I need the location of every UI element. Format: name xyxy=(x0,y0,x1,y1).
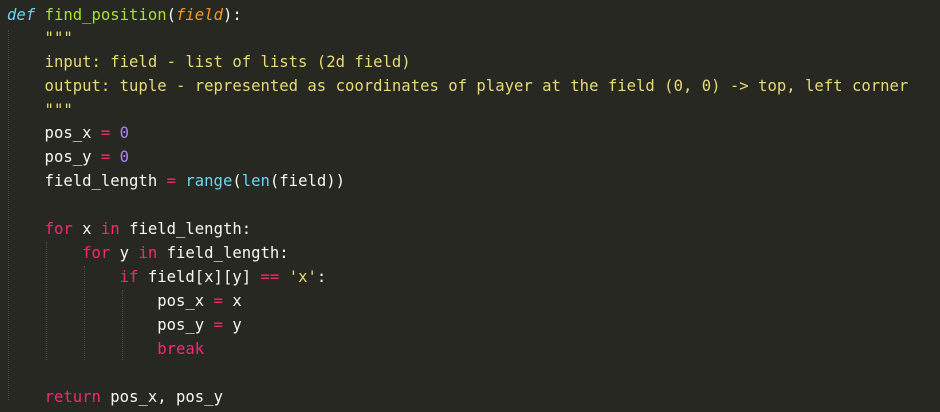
code-token: ( xyxy=(232,172,242,190)
code-line: pos_y = y xyxy=(7,314,242,336)
code-token: pos_x xyxy=(7,124,101,142)
code-token: x xyxy=(72,220,101,238)
code-token: pos_y xyxy=(7,316,214,334)
code-token: field_length xyxy=(7,172,167,190)
code-token: = xyxy=(213,292,223,310)
code-token: """ xyxy=(7,29,73,47)
code-token: 0 xyxy=(119,148,130,166)
code-token: if xyxy=(119,268,139,286)
code-token: return xyxy=(44,388,101,406)
code-token: y xyxy=(110,244,139,262)
code-token: x xyxy=(222,292,242,310)
code-token: field xyxy=(176,6,223,24)
code-token: pos_y xyxy=(7,148,101,166)
code-token: field[x][y] xyxy=(138,268,261,286)
code-token: def xyxy=(7,6,36,24)
code-line: break xyxy=(7,338,204,360)
code-token: """ xyxy=(7,101,73,119)
code-line: for x in field_length: xyxy=(7,218,252,240)
code-token: = xyxy=(100,124,111,142)
code-token: input: field - list of lists (2d field) xyxy=(7,53,411,71)
code-token: in xyxy=(138,244,158,262)
code-line: """ xyxy=(7,99,73,121)
code-token: ): xyxy=(222,6,242,24)
code-token: pos_x, pos_y xyxy=(100,388,223,406)
code-token: output: tuple - represented as coordinat… xyxy=(7,77,909,95)
code-line: def find_position(field): xyxy=(7,4,242,26)
code-token: break xyxy=(157,340,205,358)
code-token: find_position xyxy=(44,6,167,24)
code-token: ( xyxy=(166,6,177,24)
code-token: len xyxy=(241,172,270,190)
code-line: if field[x][y] == 'x': xyxy=(7,266,327,288)
code-line: pos_x = x xyxy=(7,290,242,312)
code-token: : xyxy=(316,268,327,286)
code-token: in xyxy=(100,220,120,238)
code-token: range xyxy=(185,172,233,190)
code-token: 0 xyxy=(119,124,130,142)
code-line: """ xyxy=(7,27,73,49)
code-token: for xyxy=(82,244,111,262)
code-line: field_length = range(len(field)) xyxy=(7,170,345,192)
code-line: return pos_x, pos_y xyxy=(7,386,223,408)
code-token: pos_x xyxy=(7,292,214,310)
code-editor[interactable]: def find_position(field): """ input: fie… xyxy=(0,0,940,412)
code-token: = xyxy=(213,316,223,334)
code-token: y xyxy=(222,316,242,334)
code-token: = xyxy=(166,172,176,190)
code-line: pos_y = 0 xyxy=(7,146,130,168)
code-token: (field)) xyxy=(269,172,346,190)
code-line: pos_x = 0 xyxy=(7,122,130,144)
code-line: for y in field_length: xyxy=(7,242,289,264)
code-token: = xyxy=(100,148,111,166)
code-token: 'x' xyxy=(288,268,317,286)
code-token: for xyxy=(44,220,73,238)
code-token: field_length: xyxy=(119,220,252,238)
code-token: == xyxy=(260,268,280,286)
code-line: input: field - list of lists (2d field) xyxy=(7,51,411,73)
code-token: field_length: xyxy=(157,244,289,262)
code-line: output: tuple - represented as coordinat… xyxy=(7,75,909,97)
